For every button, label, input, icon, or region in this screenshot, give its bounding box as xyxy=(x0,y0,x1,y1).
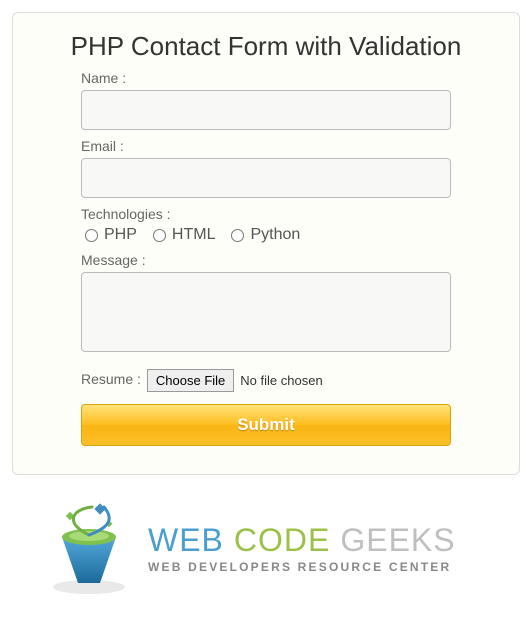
resume-row: Resume : Choose File No file chosen xyxy=(81,369,451,392)
message-label: Message : xyxy=(81,252,451,268)
contact-form-card: PHP Contact Form with Validation Name : … xyxy=(12,12,520,475)
file-status-text: No file chosen xyxy=(240,373,322,388)
logo-icon xyxy=(44,501,134,596)
name-label: Name : xyxy=(81,70,451,86)
name-input[interactable] xyxy=(81,90,451,130)
radio-html-label: HTML xyxy=(172,226,216,244)
form-body: Name : Email : Technologies : PHP HTML P… xyxy=(35,70,497,446)
radio-php[interactable] xyxy=(85,229,98,242)
radio-php-label: PHP xyxy=(104,226,137,244)
technologies-options: PHP HTML Python xyxy=(81,226,451,244)
brand-word-web: WEB xyxy=(148,524,224,556)
site-logo: WEB CODE GEEKS WEB DEVELOPERS RESOURCE C… xyxy=(44,501,520,596)
choose-file-button[interactable]: Choose File xyxy=(147,369,234,392)
brand-word-code: CODE xyxy=(234,524,330,556)
form-title: PHP Contact Form with Validation xyxy=(35,31,497,62)
technologies-label: Technologies : xyxy=(81,206,451,222)
brand-tagline: WEB DEVELOPERS RESOURCE CENTER xyxy=(148,560,456,574)
resume-label: Resume : xyxy=(81,371,141,387)
email-input[interactable] xyxy=(81,158,451,198)
email-label: Email : xyxy=(81,138,451,154)
radio-html[interactable] xyxy=(153,229,166,242)
logo-text: WEB CODE GEEKS WEB DEVELOPERS RESOURCE C… xyxy=(148,524,456,574)
brand-line: WEB CODE GEEKS xyxy=(148,524,456,556)
brand-word-geeks: GEEKS xyxy=(340,524,455,556)
message-textarea[interactable] xyxy=(81,272,451,352)
radio-python-label: Python xyxy=(250,226,300,244)
submit-button[interactable]: Submit xyxy=(81,404,451,446)
radio-python[interactable] xyxy=(231,229,244,242)
